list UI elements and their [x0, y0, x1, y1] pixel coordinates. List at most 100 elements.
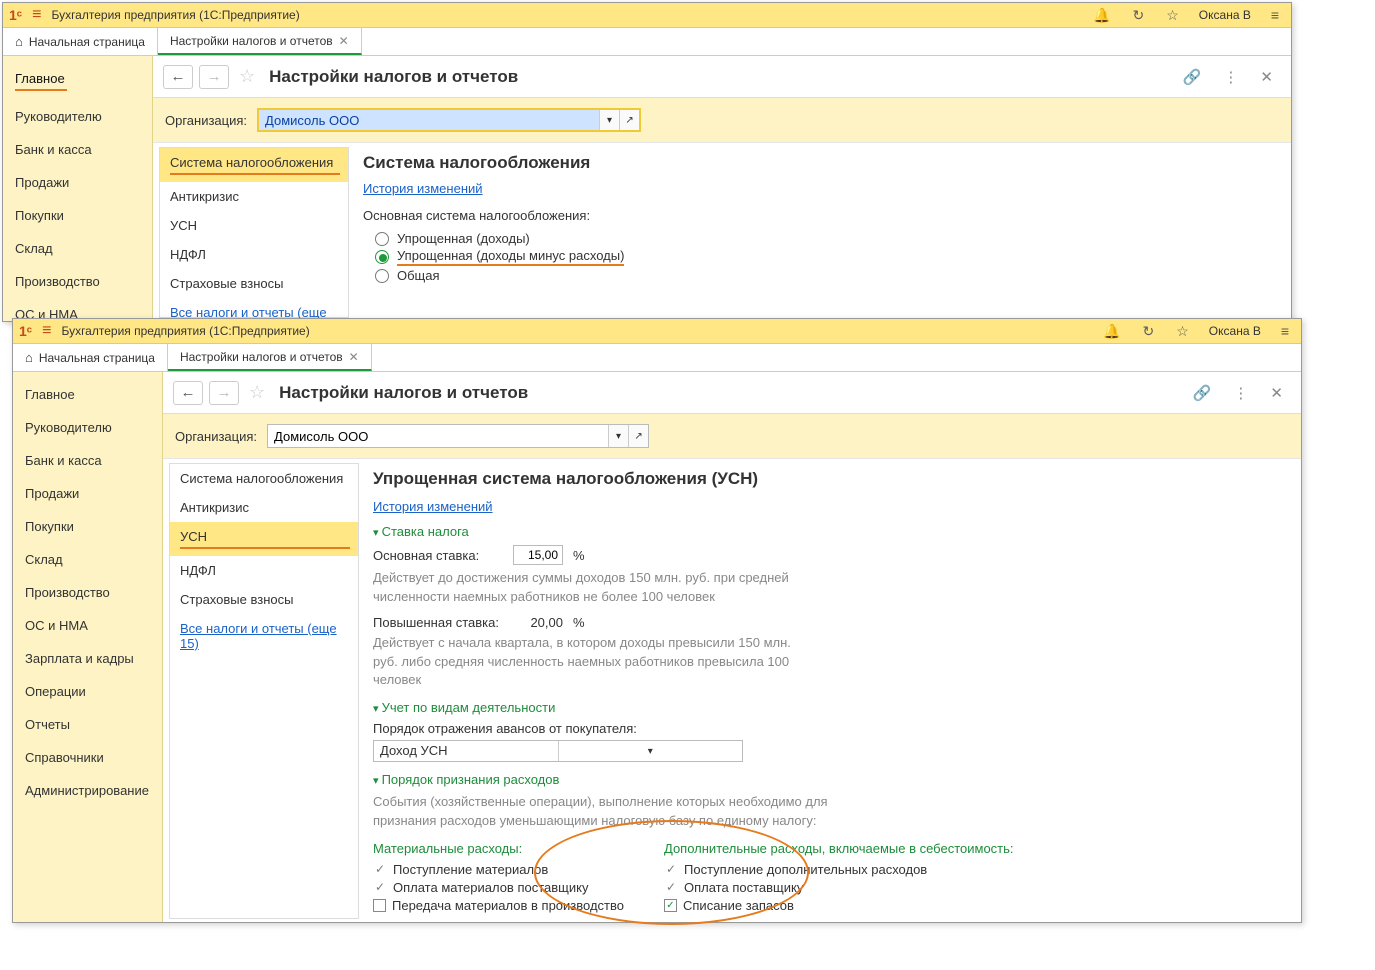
checkbox[interactable] [664, 899, 677, 912]
nav-forward-button[interactable]: → [209, 381, 239, 405]
close-icon[interactable]: ✕ [1252, 68, 1281, 86]
subnav-item-tax-system[interactable]: Система налогообложения [160, 148, 348, 182]
more-icon[interactable]: ⋮ [1215, 68, 1246, 86]
tab-settings[interactable]: Настройки налогов и отчетов ✕ [168, 344, 372, 371]
subnav-item[interactable]: Страховые взносы [170, 585, 358, 614]
page-title: Настройки налогов и отчетов [269, 67, 518, 87]
check-row[interactable]: Передача материалов в производство [373, 898, 624, 913]
app-title: Бухгалтерия предприятия (1С:Предприятие) [61, 324, 309, 338]
sidebar-item[interactable]: Покупки [3, 199, 152, 232]
sidebar-item[interactable]: Справочники [13, 741, 162, 774]
bell-icon[interactable]: 🔔 [1087, 7, 1116, 24]
radio-option[interactable]: Упрощенная (доходы) [375, 231, 1277, 246]
close-icon[interactable]: ✕ [349, 350, 359, 364]
sidebar-item[interactable]: Операции [13, 675, 162, 708]
sidebar-item[interactable]: Производство [13, 576, 162, 609]
pane-heading: Система налогообложения [363, 153, 1277, 173]
checkbox[interactable] [373, 899, 386, 912]
menu-icon[interactable]: ≡ [1275, 323, 1295, 339]
user-label[interactable]: Оксана В [1205, 324, 1265, 338]
section-toggle-rate[interactable]: Ставка налога [373, 524, 1287, 539]
sidebar-item[interactable]: Отчеты [13, 708, 162, 741]
close-icon[interactable]: ✕ [1262, 384, 1291, 402]
sidebar-item[interactable]: Покупки [13, 510, 162, 543]
history-icon[interactable]: ↻ [1137, 323, 1161, 340]
radio-icon[interactable] [375, 269, 389, 283]
hamburger-icon[interactable]: ≡ [32, 6, 41, 24]
link-icon[interactable]: 🔗 [1185, 384, 1220, 402]
nav-back-button[interactable]: ← [173, 381, 203, 405]
sidebar-item[interactable]: Производство [3, 265, 152, 298]
radio-option[interactable]: Общая [375, 268, 1277, 283]
subnav-item[interactable]: НДФЛ [170, 556, 358, 585]
star-icon[interactable]: ☆ [1170, 323, 1195, 340]
dropdown-icon[interactable]: ▾ [599, 110, 619, 130]
sidebar-item[interactable]: ОС и НМА [13, 609, 162, 642]
nav-back-button[interactable]: ← [163, 65, 193, 89]
tab-home[interactable]: ⌂ Начальная страница [13, 344, 168, 371]
sidebar-item[interactable]: Главное [13, 378, 162, 411]
menu-icon[interactable]: ≡ [1265, 7, 1285, 23]
sidebar-item[interactable]: Банк и касса [13, 444, 162, 477]
org-select[interactable]: ▾ ↗ [267, 424, 649, 448]
favorite-icon[interactable]: ☆ [235, 66, 259, 87]
sidebar-item-main[interactable]: Главное [3, 62, 152, 100]
star-icon[interactable]: ☆ [1160, 7, 1185, 24]
history-link[interactable]: История изменений [373, 499, 493, 514]
subnav-item[interactable]: Антикризис [160, 182, 348, 211]
favorite-icon[interactable]: ☆ [245, 382, 269, 403]
section-toggle-expenses[interactable]: Порядок признания расходов [373, 772, 1287, 787]
close-icon[interactable]: ✕ [339, 34, 349, 48]
more-icon[interactable]: ⋮ [1225, 384, 1256, 402]
org-bar: Организация: ▾ ↗ [163, 414, 1301, 459]
history-link[interactable]: История изменений [363, 181, 483, 196]
advance-select[interactable]: Доход УСН ▾ [373, 740, 743, 762]
sidebar-item[interactable]: Руководителю [13, 411, 162, 444]
subnav-item[interactable]: НДФЛ [160, 240, 348, 269]
subnav-item[interactable]: УСН [160, 211, 348, 240]
org-input[interactable] [268, 425, 608, 447]
org-label: Организация: [165, 113, 247, 128]
dropdown-icon[interactable]: ▾ [608, 425, 628, 447]
expenses-note: События (хозяйственные операции), выполн… [373, 793, 853, 831]
radio-icon[interactable] [375, 250, 389, 264]
hamburger-icon[interactable]: ≡ [42, 322, 51, 340]
link-icon[interactable]: 🔗 [1175, 68, 1210, 86]
subnav-item-usn[interactable]: УСН [170, 522, 358, 556]
user-label[interactable]: Оксана В [1195, 8, 1255, 22]
sidebar-item[interactable]: Продажи [3, 166, 152, 199]
sidebar-item[interactable]: Продажи [13, 477, 162, 510]
history-icon[interactable]: ↻ [1127, 7, 1151, 24]
tab-home[interactable]: ⌂ Начальная страница [3, 28, 158, 55]
sub-nav: Система налогообложения Антикризис УСН Н… [169, 463, 359, 919]
sidebar-item[interactable]: Руководителю [3, 100, 152, 133]
content-pane: Система налогообложения История изменени… [349, 143, 1291, 318]
subnav-item[interactable]: Система налогообложения [170, 464, 358, 493]
subnav-all-link[interactable]: Все налоги и отчеты (еще 15) [170, 614, 358, 658]
dropdown-icon[interactable]: ▾ [558, 741, 743, 761]
subnav-item[interactable]: Страховые взносы [160, 269, 348, 298]
sidebar-item[interactable]: Зарплата и кадры [13, 642, 162, 675]
sidebar-item[interactable]: Банк и касса [3, 133, 152, 166]
advance-label: Порядок отражения авансов от покупателя: [373, 721, 1287, 736]
page-title: Настройки налогов и отчетов [279, 383, 528, 403]
pane-heading: Упрощенная система налогообложения (УСН) [373, 469, 1287, 489]
bell-icon[interactable]: 🔔 [1097, 323, 1126, 340]
check-row[interactable]: Списание запасов [664, 898, 1014, 913]
org-select[interactable]: ▾ ↗ [257, 108, 641, 132]
tab-settings[interactable]: Настройки налогов и отчетов ✕ [158, 28, 362, 55]
subnav-item[interactable]: Антикризис [170, 493, 358, 522]
sidebar-item[interactable]: Склад [13, 543, 162, 576]
radio-option[interactable]: Упрощенная (доходы минус расходы) [375, 248, 1277, 266]
logo-1c: 1ᶜ [9, 7, 22, 23]
sidebar-item[interactable]: Администрирование [13, 774, 162, 807]
check-icon: ✓ [373, 862, 387, 876]
rate-main-input[interactable] [513, 545, 563, 565]
open-icon[interactable]: ↗ [628, 425, 648, 447]
org-input[interactable] [259, 110, 599, 130]
sidebar-item[interactable]: Склад [3, 232, 152, 265]
radio-icon[interactable] [375, 232, 389, 246]
section-toggle-activities[interactable]: Учет по видам деятельности [373, 700, 1287, 715]
nav-forward-button[interactable]: → [199, 65, 229, 89]
open-icon[interactable]: ↗ [619, 110, 639, 130]
